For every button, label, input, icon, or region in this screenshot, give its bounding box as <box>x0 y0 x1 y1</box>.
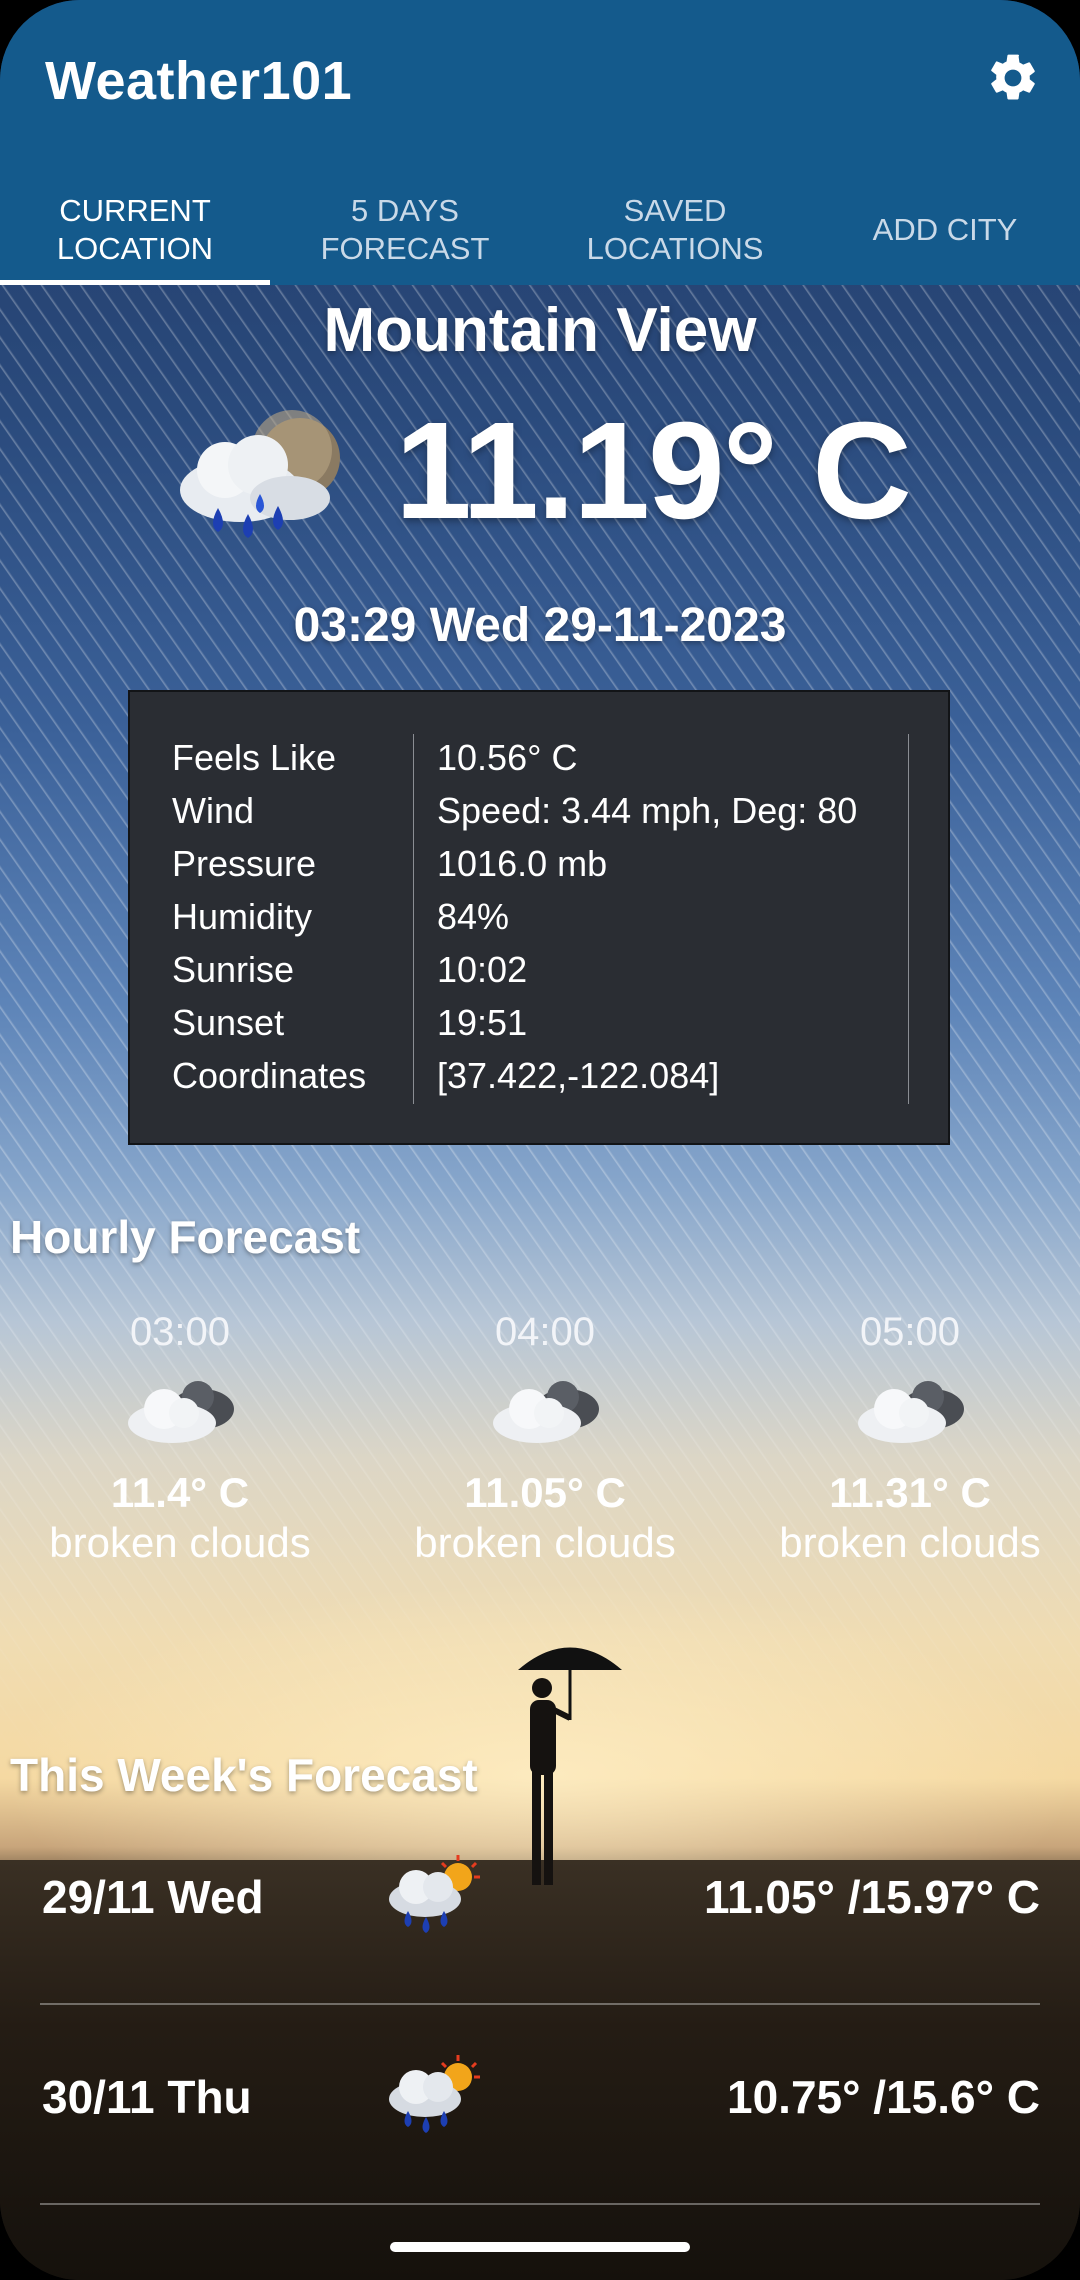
detail-label: Wind <box>172 790 255 831</box>
weekly-forecast-title: This Week's Forecast <box>10 1749 478 1801</box>
hourly-time: 04:00 <box>494 1310 596 1354</box>
detail-value: 19:51 <box>437 1002 528 1043</box>
hourly-description: broken clouds <box>779 1519 1041 1566</box>
hourly-temperature: 11.31° C <box>829 1469 991 1516</box>
hourly-description: broken clouds <box>49 1519 311 1566</box>
hourly-forecast-title: Hourly Forecast <box>10 1211 361 1263</box>
weekly-forecast-row[interactable]: 29/11 Wed 11.05° /15.97° C <box>40 1805 1040 2005</box>
detail-row-sunrise: Sunrise 10:02 <box>130 949 950 1002</box>
detail-label: Sunset <box>172 1002 285 1043</box>
detail-value: 10.56° C <box>437 737 578 778</box>
detail-label: Feels Like <box>172 737 337 778</box>
hourly-forecast-list: 03:00 11.4° C broken clouds 04:00 11.05°… <box>0 1310 1080 1640</box>
weekly-day: 30/11 Thu <box>42 2071 252 2123</box>
detail-label: Coordinates <box>172 1055 367 1096</box>
detail-row-coordinates: Coordinates [37.422,-122.084] <box>130 1055 950 1108</box>
detail-value: [37.422,-122.084] <box>437 1055 720 1096</box>
weather-details-panel: Feels Like 10.56° C Wind Speed: 3.44 mph… <box>128 690 950 1145</box>
broken-clouds-icon <box>128 1381 234 1443</box>
detail-row-humidity: Humidity 84% <box>130 896 950 949</box>
hourly-time: 05:00 <box>859 1310 961 1354</box>
detail-value: 84% <box>437 896 510 937</box>
app-screen: Weather101 CURRENT LOCATION 5 DAYS FOREC… <box>0 0 1080 2280</box>
current-temperature: 11.19° C <box>395 394 912 548</box>
hourly-item: 04:00 11.05° C broken clouds <box>365 1310 725 1567</box>
city-name: Mountain View <box>323 296 757 365</box>
app-bar: Weather101 CURRENT LOCATION 5 DAYS FOREC… <box>0 0 1080 285</box>
tab-saved-locations[interactable]: SAVED LOCATIONS <box>540 175 810 285</box>
broken-clouds-icon <box>493 1381 599 1443</box>
weekly-forecast-row[interactable]: 30/11 Thu 10.75° /15.6° C <box>40 2005 1040 2205</box>
hourly-item: 03:00 11.4° C broken clouds <box>0 1310 360 1567</box>
detail-row-feels-like: Feels Like 10.56° C <box>130 737 950 790</box>
hourly-item: 05:00 11.31° C broken clouds <box>730 1310 1080 1567</box>
detail-row-wind: Wind Speed: 3.44 mph, Deg: 80 <box>130 790 950 843</box>
rain-clouds-moon-icon <box>180 410 340 538</box>
detail-label: Sunrise <box>172 949 295 990</box>
app-title: Weather101 <box>45 51 353 111</box>
tab-bar: CURRENT LOCATION 5 DAYS FORECAST SAVED L… <box>0 175 1080 285</box>
detail-row-sunset: Sunset 19:51 <box>130 1002 950 1055</box>
detail-value: 10:02 <box>437 949 528 990</box>
tab-current-location[interactable]: CURRENT LOCATION <box>0 175 270 285</box>
broken-clouds-icon <box>858 1381 964 1443</box>
rain-clouds-sun-icon <box>389 2055 480 2133</box>
hourly-time: 03:00 <box>129 1310 231 1354</box>
current-datetime: 03:29 Wed 29-11-2023 <box>293 599 787 652</box>
detail-row-pressure: Pressure 1016.0 mb <box>130 843 950 896</box>
tab-5-days-forecast[interactable]: 5 DAYS FORECAST <box>270 175 540 285</box>
hourly-description: broken clouds <box>414 1519 676 1566</box>
detail-label: Humidity <box>172 896 313 937</box>
home-indicator[interactable] <box>390 2242 690 2252</box>
row-divider <box>40 2203 1040 2205</box>
hourly-temperature: 11.05° C <box>464 1469 626 1516</box>
detail-value: Speed: 3.44 mph, Deg: 80 <box>437 790 858 831</box>
detail-label: Pressure <box>172 843 317 884</box>
rain-clouds-sun-icon <box>389 1855 480 1933</box>
weekly-day: 29/11 Wed <box>42 1871 264 1923</box>
tab-add-city[interactable]: ADD CITY <box>810 175 1080 285</box>
hourly-temperature: 11.4° C <box>110 1469 250 1516</box>
gear-icon[interactable] <box>985 50 1041 106</box>
weekly-temperature-range: 11.05° /15.97° C <box>703 1871 1040 1923</box>
detail-value: 1016.0 mb <box>437 843 608 884</box>
weekly-temperature-range: 10.75° /15.6° C <box>727 2071 1040 2123</box>
